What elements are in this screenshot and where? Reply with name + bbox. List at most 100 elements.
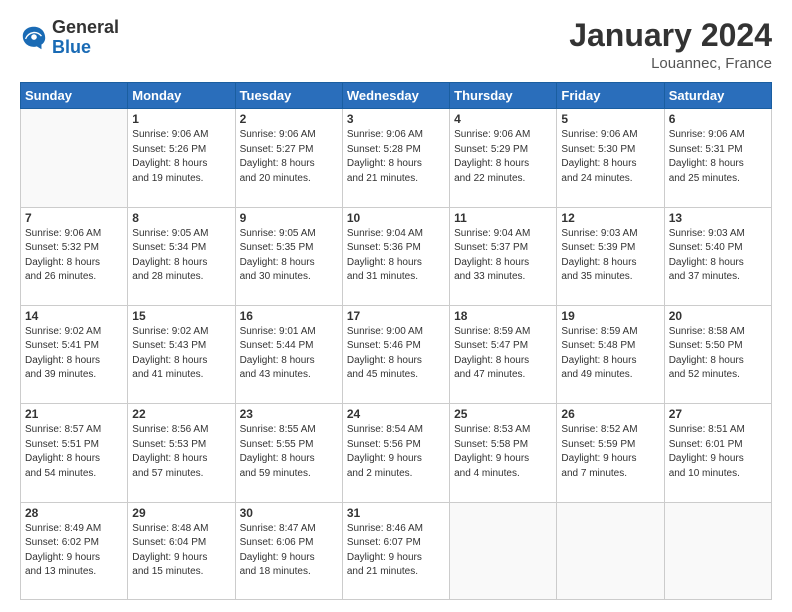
day-number: 3 <box>347 112 445 126</box>
calendar-cell: 5Sunrise: 9:06 AMSunset: 5:30 PMDaylight… <box>557 109 664 207</box>
day-info: Sunrise: 9:06 AMSunset: 5:29 PMDaylight:… <box>454 128 552 186</box>
day-number: 29 <box>132 506 230 520</box>
day-number: 9 <box>240 211 338 225</box>
logo: General Blue <box>20 18 119 58</box>
weekday-header-row: SundayMondayTuesdayWednesdayThursdayFrid… <box>21 83 772 109</box>
day-info: Sunrise: 8:57 AMSunset: 5:51 PMDaylight:… <box>25 423 123 481</box>
calendar-cell: 21 Sunrise: 8:57 AMSunset: 5:51 PMDayligh… <box>21 404 128 502</box>
calendar-cell: 4 Sunrise: 9:06 AMSunset: 5:29 PMDaylight… <box>450 109 557 207</box>
day-number: 12 <box>561 211 659 225</box>
week-row-3: 21 Sunrise: 8:57 AMSunset: 5:51 PMDayligh… <box>21 404 772 502</box>
calendar-cell <box>664 502 771 599</box>
calendar-cell: 24 Sunrise: 8:54 AMSunset: 5:56 PMDayligh… <box>342 404 449 502</box>
day-number: 27 <box>669 407 767 421</box>
day-number: 6 <box>669 112 767 126</box>
day-info: Sunrise: 9:06 AMSunset: 5:26 PMDaylight:… <box>132 128 230 186</box>
week-row-0: 1 Sunrise: 9:06 AMSunset: 5:26 PMDaylight… <box>21 109 772 207</box>
location: Louannec, France <box>569 55 772 72</box>
logo-text: General Blue <box>52 18 119 58</box>
calendar-cell: 29 Sunrise: 8:48 AMSunset: 6:04 PMDayligh… <box>128 502 235 599</box>
day-info: Sunrise: 9:01 AMSunset: 5:44 PMDaylight:… <box>240 325 338 383</box>
day-info: Sunrise: 8:59 AMSunset: 5:48 PMDaylight:… <box>561 325 659 383</box>
calendar-cell: 2 Sunrise: 9:06 AMSunset: 5:27 PMDaylight… <box>235 109 342 207</box>
calendar-cell: 31 Sunrise: 8:46 AMSunset: 6:07 PMDayligh… <box>342 502 449 599</box>
header: General Blue January 2024 Louannec, Fran… <box>20 18 772 72</box>
day-info: Sunrise: 9:05 AMSunset: 5:35 PMDaylight:… <box>240 227 338 285</box>
weekday-header-thursday: Thursday <box>450 83 557 109</box>
weekday-header-friday: Friday <box>557 83 664 109</box>
day-number: 23 <box>240 407 338 421</box>
calendar-cell: 19 Sunrise: 8:59 AMSunset: 5:48 PMDayligh… <box>557 305 664 403</box>
day-info: Sunrise: 8:53 AMSunset: 5:58 PMDaylight:… <box>454 423 552 481</box>
day-info: Sunrise: 9:03 AMSunset: 5:40 PMDaylight:… <box>669 227 767 285</box>
day-info: Sunrise: 9:06 AMSunset: 5:28 PMDaylight:… <box>347 128 445 186</box>
day-number: 19 <box>561 309 659 323</box>
day-number: 2 <box>240 112 338 126</box>
day-info: Sunrise: 8:46 AMSunset: 6:07 PMDaylight:… <box>347 522 445 580</box>
day-number: 28 <box>25 506 123 520</box>
day-info: Sunrise: 9:03 AMSunset: 5:39 PMDaylight:… <box>561 227 659 285</box>
calendar-cell: 14Sunrise: 9:02 AMSunset: 5:41 PMDayligh… <box>21 305 128 403</box>
day-number: 26 <box>561 407 659 421</box>
calendar-cell: 12 Sunrise: 9:03 AMSunset: 5:39 PMDayligh… <box>557 207 664 305</box>
weekday-header-tuesday: Tuesday <box>235 83 342 109</box>
calendar-cell: 20 Sunrise: 8:58 AMSunset: 5:50 PMDayligh… <box>664 305 771 403</box>
day-number: 22 <box>132 407 230 421</box>
day-number: 17 <box>347 309 445 323</box>
day-number: 18 <box>454 309 552 323</box>
day-number: 20 <box>669 309 767 323</box>
day-number: 31 <box>347 506 445 520</box>
day-number: 21 <box>25 407 123 421</box>
calendar-cell: 30Sunrise: 8:47 AMSunset: 6:06 PMDayligh… <box>235 502 342 599</box>
calendar-cell <box>450 502 557 599</box>
calendar-cell: 8 Sunrise: 9:05 AMSunset: 5:34 PMDaylight… <box>128 207 235 305</box>
day-info: Sunrise: 9:05 AMSunset: 5:34 PMDaylight:… <box>132 227 230 285</box>
day-info: Sunrise: 9:06 AMSunset: 5:27 PMDaylight:… <box>240 128 338 186</box>
day-info: Sunrise: 9:02 AMSunset: 5:41 PMDaylight:… <box>25 325 123 383</box>
calendar-cell: 7Sunrise: 9:06 AMSunset: 5:32 PMDaylight… <box>21 207 128 305</box>
day-info: Sunrise: 9:06 AMSunset: 5:31 PMDaylight:… <box>669 128 767 186</box>
day-number: 8 <box>132 211 230 225</box>
day-number: 11 <box>454 211 552 225</box>
weekday-header-sunday: Sunday <box>21 83 128 109</box>
day-number: 16 <box>240 309 338 323</box>
title-block: January 2024 Louannec, France <box>569 18 772 72</box>
day-info: Sunrise: 8:55 AMSunset: 5:55 PMDaylight:… <box>240 423 338 481</box>
day-info: Sunrise: 9:00 AMSunset: 5:46 PMDaylight:… <box>347 325 445 383</box>
calendar-cell: 28Sunrise: 8:49 AMSunset: 6:02 PMDayligh… <box>21 502 128 599</box>
day-info: Sunrise: 8:52 AMSunset: 5:59 PMDaylight:… <box>561 423 659 481</box>
day-info: Sunrise: 9:06 AMSunset: 5:32 PMDaylight:… <box>25 227 123 285</box>
day-info: Sunrise: 8:56 AMSunset: 5:53 PMDaylight:… <box>132 423 230 481</box>
calendar-cell: 22 Sunrise: 8:56 AMSunset: 5:53 PMDayligh… <box>128 404 235 502</box>
weekday-header-saturday: Saturday <box>664 83 771 109</box>
day-info: Sunrise: 8:54 AMSunset: 5:56 PMDaylight:… <box>347 423 445 481</box>
day-info: Sunrise: 9:04 AMSunset: 5:36 PMDaylight:… <box>347 227 445 285</box>
calendar-cell: 25 Sunrise: 8:53 AMSunset: 5:58 PMDayligh… <box>450 404 557 502</box>
calendar-table: SundayMondayTuesdayWednesdayThursdayFrid… <box>20 82 772 600</box>
day-number: 25 <box>454 407 552 421</box>
day-number: 13 <box>669 211 767 225</box>
calendar-cell: 11 Sunrise: 9:04 AMSunset: 5:37 PMDayligh… <box>450 207 557 305</box>
day-number: 5 <box>561 112 659 126</box>
day-info: Sunrise: 8:48 AMSunset: 6:04 PMDaylight:… <box>132 522 230 580</box>
calendar-cell <box>557 502 664 599</box>
day-info: Sunrise: 8:59 AMSunset: 5:47 PMDaylight:… <box>454 325 552 383</box>
day-number: 4 <box>454 112 552 126</box>
day-info: Sunrise: 8:58 AMSunset: 5:50 PMDaylight:… <box>669 325 767 383</box>
calendar-cell: 27Sunrise: 8:51 AMSunset: 6:01 PMDayligh… <box>664 404 771 502</box>
page: General Blue January 2024 Louannec, Fran… <box>0 0 792 612</box>
month-title: January 2024 <box>569 18 772 53</box>
calendar-cell: 3 Sunrise: 9:06 AMSunset: 5:28 PMDaylight… <box>342 109 449 207</box>
week-row-1: 7Sunrise: 9:06 AMSunset: 5:32 PMDaylight… <box>21 207 772 305</box>
day-info: Sunrise: 9:04 AMSunset: 5:37 PMDaylight:… <box>454 227 552 285</box>
day-number: 1 <box>132 112 230 126</box>
day-number: 24 <box>347 407 445 421</box>
calendar-cell <box>21 109 128 207</box>
weekday-header-wednesday: Wednesday <box>342 83 449 109</box>
week-row-2: 14Sunrise: 9:02 AMSunset: 5:41 PMDayligh… <box>21 305 772 403</box>
day-number: 10 <box>347 211 445 225</box>
calendar-cell: 26 Sunrise: 8:52 AMSunset: 5:59 PMDayligh… <box>557 404 664 502</box>
calendar-cell: 9 Sunrise: 9:05 AMSunset: 5:35 PMDaylight… <box>235 207 342 305</box>
logo-icon <box>20 24 48 52</box>
week-row-4: 28Sunrise: 8:49 AMSunset: 6:02 PMDayligh… <box>21 502 772 599</box>
